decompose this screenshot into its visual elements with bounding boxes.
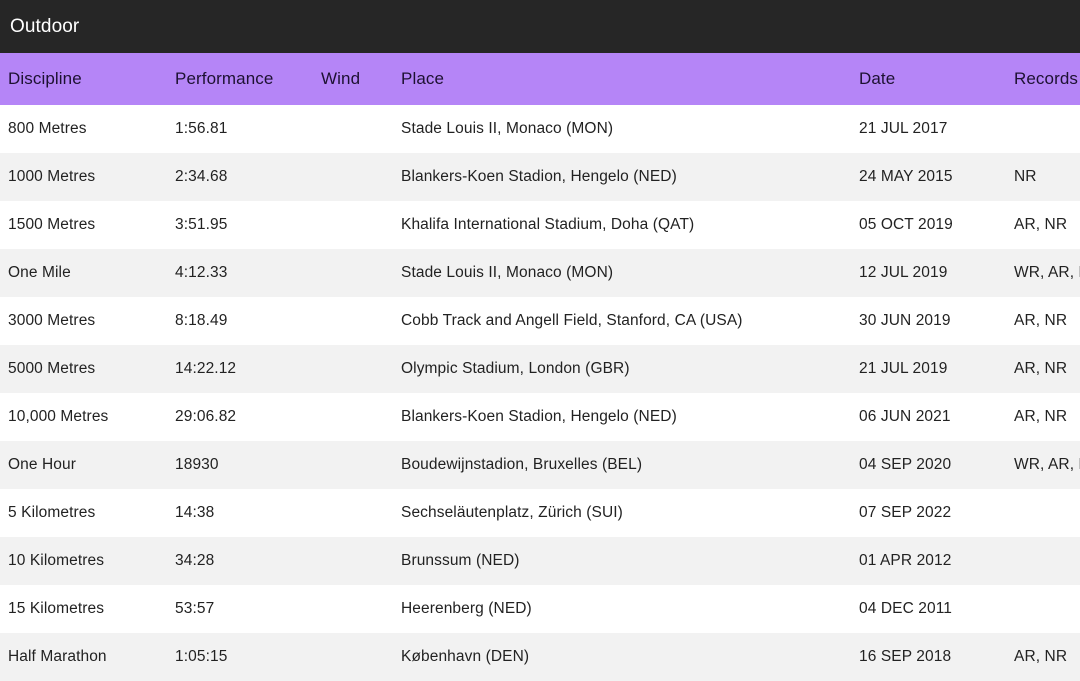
cell-performance: 14:38 (171, 489, 319, 537)
cell-date: 07 SEP 2022 (851, 489, 1008, 537)
cell-place: Olympic Stadium, London (GBR) (393, 345, 851, 393)
table-row[interactable]: 5 Kilometres14:38 Sechseläutenplatz, Züri… (0, 489, 1080, 537)
cell-records (1008, 585, 1080, 633)
cell-discipline: 1500 Metres (0, 201, 171, 249)
table-body: 800 Metres1:56.81 Stade Louis II, Monaco … (0, 105, 1080, 681)
cell-date: 12 JUL 2019 (851, 249, 1008, 297)
table-row[interactable]: 1500 Metres3:51.95 Khalifa International … (0, 201, 1080, 249)
cell-records: AR, NR (1008, 393, 1080, 441)
table-row[interactable]: 15 Kilometres53:57 Heerenberg (NED)04 DEC… (0, 585, 1080, 633)
cell-wind (319, 249, 393, 297)
column-header-records[interactable]: Records (1008, 53, 1080, 105)
column-header-discipline[interactable]: Discipline (0, 53, 171, 105)
cell-date: 05 OCT 2019 (851, 201, 1008, 249)
cell-place: Heerenberg (NED) (393, 585, 851, 633)
cell-wind (319, 489, 393, 537)
cell-records (1008, 537, 1080, 585)
cell-date: 04 SEP 2020 (851, 441, 1008, 489)
cell-discipline: One Hour (0, 441, 171, 489)
cell-performance: 8:18.49 (171, 297, 319, 345)
cell-discipline: 15 Kilometres (0, 585, 171, 633)
table-row[interactable]: 800 Metres1:56.81 Stade Louis II, Monaco … (0, 105, 1080, 153)
cell-performance: 4:12.33 (171, 249, 319, 297)
cell-wind (319, 393, 393, 441)
cell-discipline: 5000 Metres (0, 345, 171, 393)
cell-discipline: 1000 Metres (0, 153, 171, 201)
cell-discipline: 10,000 Metres (0, 393, 171, 441)
cell-place: Blankers-Koen Stadion, Hengelo (NED) (393, 393, 851, 441)
cell-place: Stade Louis II, Monaco (MON) (393, 105, 851, 153)
cell-wind (319, 105, 393, 153)
cell-place: Brunssum (NED) (393, 537, 851, 585)
table-row[interactable]: Half Marathon1:05:15 København (DEN)16 SE… (0, 633, 1080, 681)
cell-performance: 3:51.95 (171, 201, 319, 249)
table-row[interactable]: 5000 Metres14:22.12 Olympic Stadium, Lond… (0, 345, 1080, 393)
table-row[interactable]: 1000 Metres2:34.68 Blankers-Koen Stadion,… (0, 153, 1080, 201)
section-titlebar: Outdoor (0, 0, 1080, 53)
cell-date: 21 JUL 2017 (851, 105, 1008, 153)
cell-performance: 18930 (171, 441, 319, 489)
cell-discipline: 800 Metres (0, 105, 171, 153)
cell-discipline: 3000 Metres (0, 297, 171, 345)
cell-records: AR, NR (1008, 345, 1080, 393)
table-row[interactable]: 10,000 Metres29:06.82 Blankers-Koen Stadi… (0, 393, 1080, 441)
cell-date: 06 JUN 2021 (851, 393, 1008, 441)
cell-place: Sechseläutenplatz, Zürich (SUI) (393, 489, 851, 537)
column-header-date[interactable]: Date (851, 53, 1008, 105)
cell-records: WR, AR, NR (1008, 441, 1080, 489)
cell-date: 16 SEP 2018 (851, 633, 1008, 681)
cell-performance: 53:57 (171, 585, 319, 633)
cell-discipline: One Mile (0, 249, 171, 297)
cell-discipline: Half Marathon (0, 633, 171, 681)
cell-discipline: 5 Kilometres (0, 489, 171, 537)
cell-performance: 29:06.82 (171, 393, 319, 441)
column-header-place[interactable]: Place (393, 53, 851, 105)
cell-records: AR, NR (1008, 633, 1080, 681)
cell-date: 04 DEC 2011 (851, 585, 1008, 633)
cell-performance: 34:28 (171, 537, 319, 585)
cell-place: København (DEN) (393, 633, 851, 681)
table-row[interactable]: 10 Kilometres34:28 Brunssum (NED)01 APR 2… (0, 537, 1080, 585)
cell-date: 30 JUN 2019 (851, 297, 1008, 345)
cell-performance: 2:34.68 (171, 153, 319, 201)
cell-place: Stade Louis II, Monaco (MON) (393, 249, 851, 297)
records-table: Discipline Performance Wind Place Date R… (0, 53, 1080, 681)
column-header-wind[interactable]: Wind (319, 53, 393, 105)
cell-wind (319, 153, 393, 201)
column-header-performance[interactable]: Performance (171, 53, 319, 105)
cell-performance: 1:05:15 (171, 633, 319, 681)
cell-discipline: 10 Kilometres (0, 537, 171, 585)
records-page: Outdoor Discipline Performance Wind Plac… (0, 0, 1080, 681)
cell-place: Blankers-Koen Stadion, Hengelo (NED) (393, 153, 851, 201)
cell-place: Boudewijnstadion, Bruxelles (BEL) (393, 441, 851, 489)
cell-wind (319, 585, 393, 633)
cell-wind (319, 201, 393, 249)
cell-records: AR, NR (1008, 201, 1080, 249)
cell-date: 01 APR 2012 (851, 537, 1008, 585)
table-row[interactable]: One Mile4:12.33 Stade Louis II, Monaco (M… (0, 249, 1080, 297)
cell-date: 21 JUL 2019 (851, 345, 1008, 393)
table-row[interactable]: One Hour18930 Boudewijnstadion, Bruxelles… (0, 441, 1080, 489)
cell-records (1008, 489, 1080, 537)
cell-wind (319, 441, 393, 489)
cell-place: Cobb Track and Angell Field, Stanford, C… (393, 297, 851, 345)
table-row[interactable]: 3000 Metres8:18.49 Cobb Track and Angell … (0, 297, 1080, 345)
cell-wind (319, 633, 393, 681)
cell-records (1008, 105, 1080, 153)
table-header: Discipline Performance Wind Place Date R… (0, 53, 1080, 105)
cell-wind (319, 297, 393, 345)
table-header-row: Discipline Performance Wind Place Date R… (0, 53, 1080, 105)
cell-wind (319, 345, 393, 393)
cell-performance: 1:56.81 (171, 105, 319, 153)
cell-records: WR, AR, NR (1008, 249, 1080, 297)
cell-records: NR (1008, 153, 1080, 201)
cell-performance: 14:22.12 (171, 345, 319, 393)
cell-date: 24 MAY 2015 (851, 153, 1008, 201)
cell-records: AR, NR (1008, 297, 1080, 345)
section-title: Outdoor (10, 17, 79, 36)
cell-place: Khalifa International Stadium, Doha (QAT… (393, 201, 851, 249)
cell-wind (319, 537, 393, 585)
